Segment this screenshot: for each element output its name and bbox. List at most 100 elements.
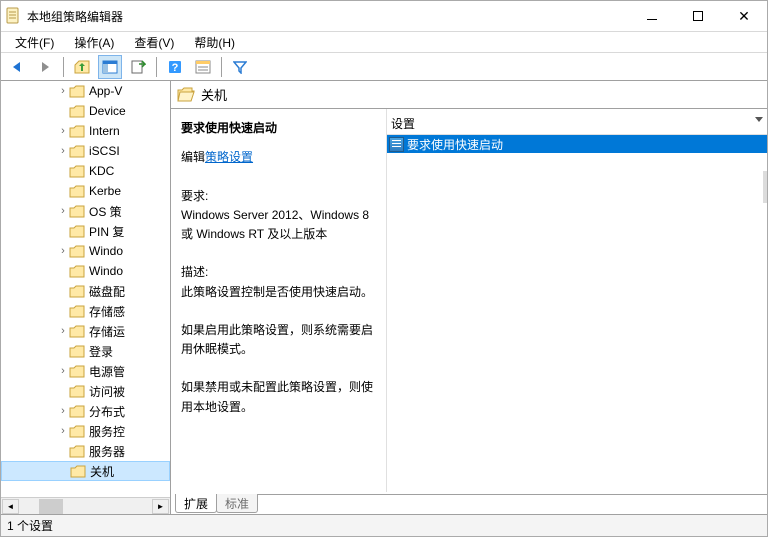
- close-button[interactable]: ✕: [721, 1, 767, 31]
- minimize-button[interactable]: [629, 1, 675, 31]
- svg-text:?: ?: [172, 62, 179, 74]
- tree-item-3[interactable]: ›iSCSI: [1, 141, 170, 161]
- tab-standard[interactable]: 标准: [216, 494, 258, 513]
- tree-item-label: PIN 复: [89, 223, 124, 240]
- tree-item-13[interactable]: 登录: [1, 341, 170, 361]
- chevron-right-icon[interactable]: ›: [57, 245, 69, 257]
- open-folder-icon: [177, 87, 195, 102]
- maximize-button[interactable]: [675, 1, 721, 31]
- scroll-right-button[interactable]: ►: [152, 499, 169, 514]
- tree-item-8[interactable]: › Windo: [1, 241, 170, 261]
- app-icon: [5, 7, 21, 25]
- menu-action[interactable]: 操作(A): [64, 32, 124, 53]
- folder-icon: [70, 465, 86, 478]
- description-pane: 要求使用快速启动 编辑策略设置 要求: Windows Server 2012、…: [171, 109, 386, 492]
- tree-item-7[interactable]: PIN 复: [1, 221, 170, 241]
- folder-icon: [69, 165, 85, 178]
- tree-item-label: 存储感: [89, 303, 125, 320]
- menu-help[interactable]: 帮助(H): [184, 32, 245, 53]
- edge-artifact: [763, 171, 767, 203]
- folder-icon: [69, 245, 85, 258]
- folder-icon: [69, 325, 85, 338]
- forward-button[interactable]: [33, 55, 57, 79]
- tree-item-15[interactable]: 访问被: [1, 381, 170, 401]
- statusbar: 1 个设置: [1, 514, 767, 536]
- export-button[interactable]: [126, 55, 150, 79]
- show-tree-button[interactable]: [98, 55, 122, 79]
- tree-item-10[interactable]: 磁盘配: [1, 281, 170, 301]
- scroll-track[interactable]: [19, 499, 152, 514]
- description-label: 描述:: [181, 263, 378, 282]
- tree-item-label: 关机: [90, 463, 114, 480]
- scroll-thumb[interactable]: [39, 499, 63, 514]
- tree-item-label: 服务器: [89, 443, 125, 460]
- scroll-left-button[interactable]: ◄: [2, 499, 19, 514]
- tab-extended[interactable]: 扩展: [175, 494, 217, 513]
- tree-item-1[interactable]: Device: [1, 101, 170, 121]
- tree-item-label: 分布式: [89, 403, 125, 420]
- up-button[interactable]: [70, 55, 94, 79]
- tree-item-label: App-V: [89, 84, 122, 98]
- description-p3: 如果禁用或未配置此策略设置，则使用本地设置。: [181, 378, 378, 416]
- folder-icon: [69, 385, 85, 398]
- tree-item-6[interactable]: ›OS 策: [1, 201, 170, 221]
- chevron-right-icon[interactable]: ›: [57, 145, 69, 157]
- menu-file[interactable]: 文件(F): [5, 32, 64, 53]
- folder-icon: [69, 365, 85, 378]
- edit-prefix: 编辑: [181, 150, 205, 164]
- properties-button[interactable]: [191, 55, 215, 79]
- toolbar: ?: [1, 53, 767, 81]
- tree-item-11[interactable]: 存储感: [1, 301, 170, 321]
- folder-icon: [69, 105, 85, 118]
- help-button[interactable]: ?: [163, 55, 187, 79]
- tree-item-4[interactable]: KDC: [1, 161, 170, 181]
- tree-item-label: 访问被: [89, 383, 125, 400]
- tree-item-14[interactable]: › 电源管: [1, 361, 170, 381]
- tree-item-16[interactable]: › 分布式: [1, 401, 170, 421]
- toolbar-sep-2: [156, 57, 157, 77]
- folder-icon: [69, 145, 85, 158]
- view-tabs: 扩展 标准: [171, 492, 767, 514]
- edit-line: 编辑策略设置: [181, 148, 378, 167]
- chevron-right-icon[interactable]: ›: [57, 365, 69, 377]
- requirements-text: Windows Server 2012、Windows 8 或 Windows …: [181, 206, 378, 244]
- tree-item-5[interactable]: Kerbe: [1, 181, 170, 201]
- folder-icon: [69, 345, 85, 358]
- tree-item-12[interactable]: ›存储运: [1, 321, 170, 341]
- tree-item-label: 磁盘配: [89, 283, 125, 300]
- folder-icon: [69, 445, 85, 458]
- chevron-right-icon[interactable]: ›: [57, 325, 69, 337]
- tree-item-0[interactable]: › App-V: [1, 81, 170, 101]
- chevron-right-icon[interactable]: ›: [57, 405, 69, 417]
- tree-pane: › App-V Device›Intern›iSCSIKDC Kerbe ›OS 策 PI…: [1, 81, 171, 514]
- tree-item-2[interactable]: ›Intern: [1, 121, 170, 141]
- tree-item-label: 电源管: [89, 363, 125, 380]
- menu-view[interactable]: 查看(V): [124, 32, 184, 53]
- tree-item-label: 服务控: [89, 423, 125, 440]
- folder-icon: [69, 405, 85, 418]
- folder-icon: [69, 285, 85, 298]
- requirements-label: 要求:: [181, 187, 378, 206]
- tree-hscrollbar[interactable]: ◄ ►: [1, 497, 170, 514]
- folder-icon: [69, 85, 85, 98]
- setting-row[interactable]: 要求使用快速启动: [387, 135, 767, 153]
- tree-scroll[interactable]: › App-V Device›Intern›iSCSIKDC Kerbe ›OS 策 PI…: [1, 81, 170, 497]
- filter-button[interactable]: [228, 55, 252, 79]
- tree-item-19[interactable]: 关机: [1, 461, 170, 481]
- chevron-right-icon[interactable]: ›: [57, 125, 69, 137]
- chevron-right-icon[interactable]: ›: [57, 425, 69, 437]
- titlebar: 本地组策略编辑器 ✕: [1, 1, 767, 31]
- policy-title: 要求使用快速启动: [181, 119, 378, 138]
- tree-item-9[interactable]: Windo: [1, 261, 170, 281]
- back-button[interactable]: [5, 55, 29, 79]
- chevron-right-icon[interactable]: ›: [57, 85, 69, 97]
- tree-item-label: Windo: [89, 244, 123, 258]
- tree-item-label: 登录: [89, 343, 113, 360]
- tree-item-18[interactable]: 服务器: [1, 441, 170, 461]
- tree-item-17[interactable]: › 服务控: [1, 421, 170, 441]
- edit-policy-link[interactable]: 策略设置: [205, 150, 253, 164]
- chevron-right-icon[interactable]: ›: [57, 205, 69, 217]
- tree-item-label: Kerbe: [89, 184, 121, 198]
- settings-column-header[interactable]: 设置: [387, 109, 767, 135]
- settings-pane: 设置 要求使用快速启动: [386, 109, 767, 492]
